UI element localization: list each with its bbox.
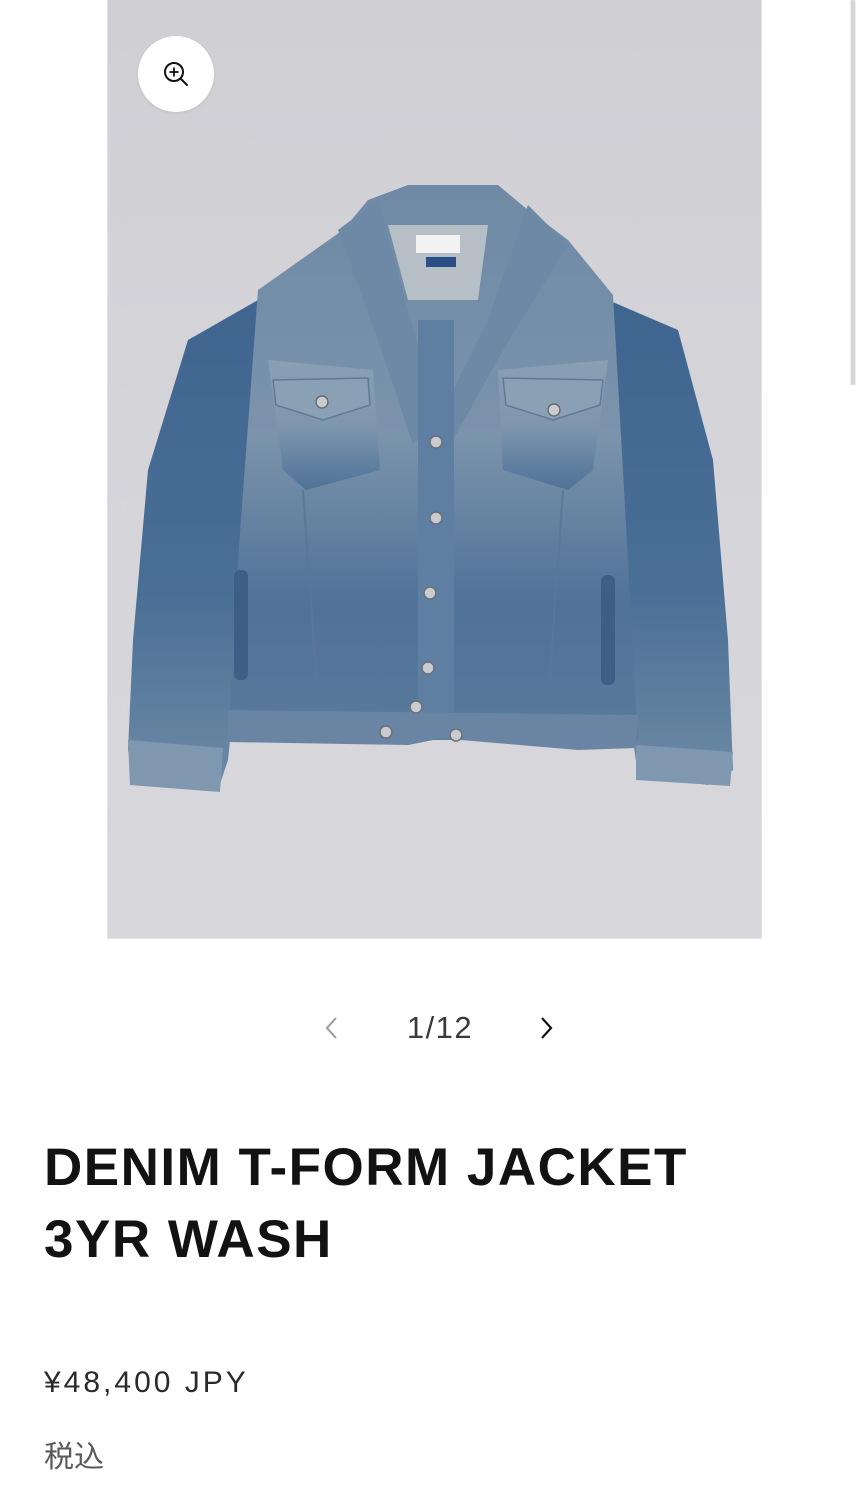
denim-jacket-image bbox=[128, 185, 733, 792]
product-title: DENIM T-FORM JACKET 3YR WASH bbox=[44, 1132, 804, 1276]
scrollbar-thumb[interactable] bbox=[851, 0, 855, 385]
slider-next-button[interactable] bbox=[524, 1008, 568, 1052]
scrollbar[interactable] bbox=[850, 0, 856, 385]
chevron-right-icon bbox=[538, 1015, 554, 1046]
slider-prev-button[interactable] bbox=[310, 1008, 354, 1052]
product-image[interactable] bbox=[108, 0, 761, 938]
product-price: ¥48,400 JPY bbox=[44, 1366, 249, 1399]
product-title-line1: DENIM T-FORM JACKET bbox=[44, 1138, 688, 1197]
chevron-left-icon bbox=[324, 1015, 340, 1046]
slider-controls: 1/12 bbox=[0, 1000, 856, 1060]
product-page: 1/12 DENIM T-FORM JACKET 3YR WASH ¥48,40… bbox=[0, 0, 856, 1500]
zoom-in-icon bbox=[162, 60, 190, 88]
zoom-button[interactable] bbox=[138, 36, 214, 112]
product-title-line2: 3YR WASH bbox=[44, 1210, 333, 1269]
slider-counter: 1/12 bbox=[406, 1010, 474, 1045]
tax-note: 税込 bbox=[44, 1440, 104, 1475]
